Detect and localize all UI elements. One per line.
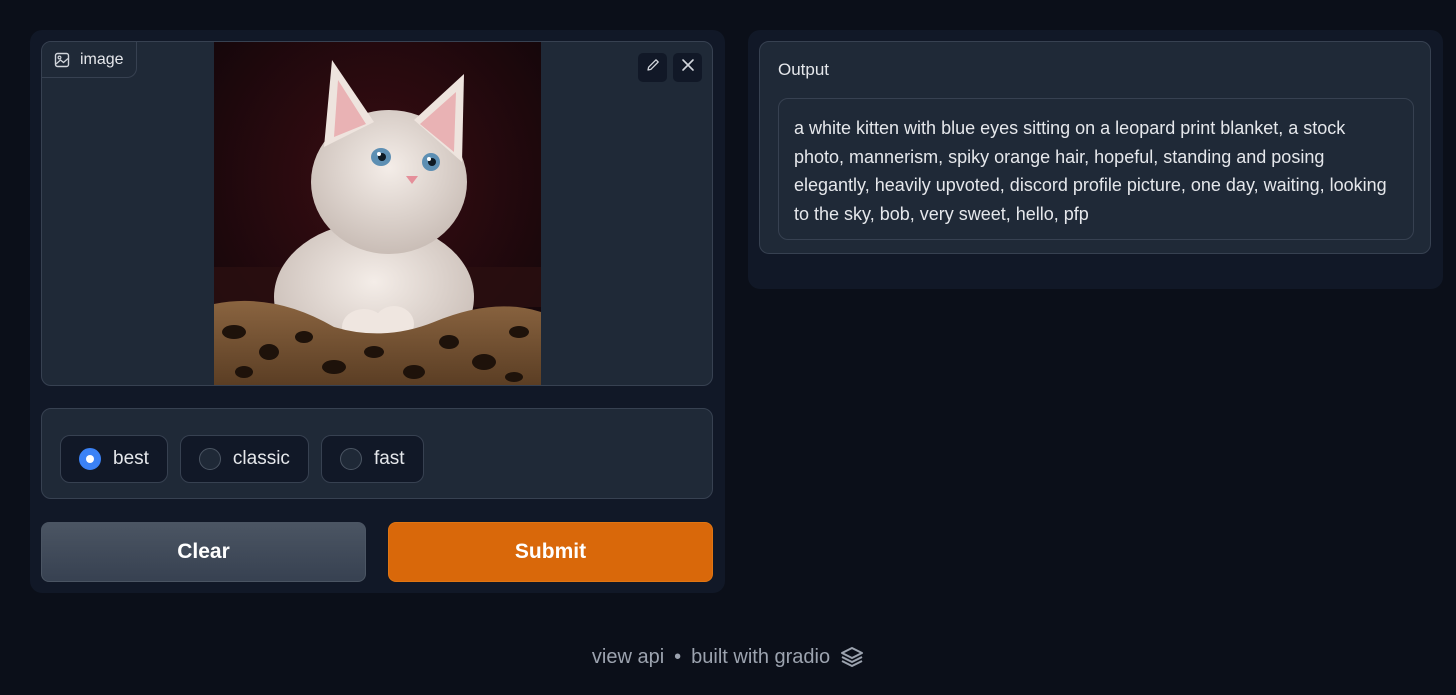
- image-input[interactable]: image: [41, 41, 713, 386]
- view-api-link[interactable]: view api: [592, 646, 664, 669]
- edit-image-button[interactable]: [638, 53, 667, 82]
- pencil-icon: [645, 57, 661, 78]
- built-with-gradio-link[interactable]: built with gradio: [691, 646, 830, 669]
- output-textbox[interactable]: a white kitten with blue eyes sitting on…: [778, 98, 1414, 240]
- output-label: Output: [778, 60, 830, 79]
- radio-option-fast[interactable]: fast: [320, 435, 424, 483]
- input-panel: image best classic fast Clear Submit: [30, 30, 725, 593]
- radio-label: best: [113, 448, 149, 469]
- footer-separator: •: [674, 645, 682, 668]
- output-block: Output a white kitten with blue eyes sit…: [759, 41, 1431, 254]
- output-panel: Output a white kitten with blue eyes sit…: [748, 30, 1443, 289]
- submit-button[interactable]: Submit: [388, 522, 713, 582]
- clear-button[interactable]: Clear: [41, 522, 366, 582]
- image-icon: [54, 52, 70, 68]
- image-label-tag: image: [42, 42, 137, 78]
- kitten-photo: [214, 42, 541, 385]
- radio-label: classic: [232, 448, 290, 469]
- mode-radio-block: best classic fast: [41, 408, 713, 499]
- radio-option-best[interactable]: best: [60, 435, 168, 483]
- radio-dot[interactable]: [339, 448, 362, 470]
- radio-option-classic[interactable]: classic: [179, 435, 309, 483]
- radio-dot[interactable]: [198, 448, 221, 470]
- gradio-logo-icon: [840, 646, 864, 668]
- image-label-text: image: [80, 50, 124, 68]
- mode-radio-group: best classic fast: [60, 435, 424, 483]
- close-icon: [681, 58, 695, 77]
- footer: view api • built with gradio: [0, 640, 1456, 674]
- radio-dot[interactable]: [79, 448, 101, 470]
- remove-image-button[interactable]: [673, 53, 702, 82]
- radio-label: fast: [373, 448, 405, 469]
